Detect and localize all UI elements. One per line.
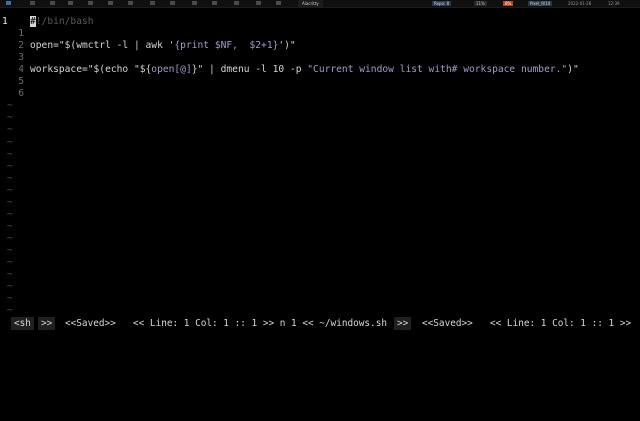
- code-token: "Current window list with# workspace num…: [307, 64, 568, 75]
- device-widget: Pixel_9/10: [528, 1, 553, 6]
- code-text[interactable]: workspace="$(echo "${open[@]}" | dmenu -…: [30, 64, 579, 76]
- code-token: }" | dmenu -l 10 -p: [191, 64, 308, 75]
- top-taskbar: Alacritty Repo: 8 11% 8% Pixel_9/10 2022…: [0, 0, 640, 8]
- tilde-marker: ~: [7, 124, 13, 136]
- editor-line[interactable]: 2 open="$(wmctrl -l | awk '{print $NF, $2…: [0, 40, 640, 52]
- empty-buffer-line: ~: [0, 293, 640, 305]
- tilde-marker: ~: [7, 196, 13, 208]
- code-token: workspace="$(echo "${: [30, 64, 152, 75]
- line-number: 3: [18, 52, 24, 63]
- tilde-marker: ~: [7, 244, 13, 256]
- editor-line[interactable]: 4 workspace="$(echo "${open[@]}" | dmenu …: [0, 64, 640, 76]
- terminal-icon[interactable]: [6, 1, 11, 5]
- line-number: 4: [18, 64, 24, 75]
- filetype-mode: <sh: [11, 317, 34, 330]
- editor-icon[interactable]: [88, 1, 93, 5]
- code-token: open[@]: [151, 64, 192, 75]
- empty-buffer-line: ~: [0, 100, 640, 112]
- tilde-marker: ~: [7, 184, 13, 196]
- music-icon[interactable]: [108, 1, 113, 5]
- empty-buffer-line: ~: [0, 137, 640, 149]
- browser-icon[interactable]: [50, 1, 55, 5]
- files-icon[interactable]: [30, 1, 35, 5]
- empty-buffer-line: ~: [0, 209, 640, 221]
- empty-buffer-line: ~: [0, 221, 640, 233]
- time-display: 12:39: [608, 1, 620, 6]
- code-token: ')": [278, 40, 296, 51]
- code-token: )": [567, 64, 579, 75]
- active-window-title[interactable]: Alacritty: [298, 0, 323, 7]
- editor-line[interactable]: 3: [0, 52, 640, 64]
- status-line: <sh >> <<Saved>> << Line: 1 Col: 1 :: 1 …: [0, 317, 640, 330]
- memory-widget: 8%: [503, 1, 514, 6]
- status-separator: >>: [38, 317, 56, 330]
- empty-buffer-line: ~: [0, 112, 640, 124]
- tilde-marker: ~: [7, 172, 13, 184]
- saved-indicator-right: <<Saved>>: [422, 318, 473, 329]
- code-token: open="$(wmctrl -l | awk ': [30, 40, 175, 51]
- tilde-marker: ~: [7, 112, 13, 124]
- empty-buffer-line: ~: [0, 173, 640, 185]
- empty-buffer-line: ~: [0, 281, 640, 293]
- editor-line[interactable]: 1 #!/bin/bash: [0, 16, 640, 28]
- editor-line[interactable]: 6: [0, 88, 640, 100]
- game-icon[interactable]: [276, 1, 281, 5]
- saved-indicator-left: <<Saved>>: [65, 318, 116, 329]
- download-icon[interactable]: [256, 1, 261, 5]
- line-number: 2: [18, 40, 24, 51]
- empty-buffer-line: ~: [0, 257, 640, 269]
- empty-buffer-line: ~: [0, 161, 640, 173]
- tilde-marker: ~: [7, 269, 13, 281]
- empty-buffer-line: ~: [0, 305, 640, 317]
- tilde-marker: ~: [7, 136, 13, 148]
- tilde-marker: ~: [7, 305, 13, 317]
- empty-buffer-line: ~: [0, 185, 640, 197]
- empty-buffer-line: ~: [0, 197, 640, 209]
- chat-icon[interactable]: [128, 1, 133, 5]
- code-text[interactable]: #!/bin/bash: [30, 16, 94, 28]
- empty-buffer-line: ~: [0, 124, 640, 136]
- notes-icon[interactable]: [234, 1, 239, 5]
- date-display: 2022-01-28: [568, 1, 592, 6]
- empty-buffer-line: ~: [0, 269, 640, 281]
- line-number: 5: [18, 76, 24, 87]
- cpu-widget: 11%: [474, 1, 487, 6]
- tilde-marker: ~: [7, 148, 13, 160]
- video-icon[interactable]: [170, 1, 175, 5]
- tilde-marker: ~: [7, 232, 13, 244]
- code-token: !/bin/bash: [35, 16, 94, 27]
- image-icon[interactable]: [192, 1, 197, 5]
- mail-icon[interactable]: [150, 1, 155, 5]
- settings-icon[interactable]: [68, 1, 73, 5]
- cursor-position-right: << Line: 1 Col: 1 :: 1 >>: [490, 318, 632, 329]
- line-number: 1: [18, 28, 24, 39]
- tilde-marker: ~: [7, 220, 13, 232]
- current-line-number: 1: [2, 16, 8, 27]
- editor-line[interactable]: 5: [0, 76, 640, 88]
- repo-widget: Repo: 8: [432, 1, 452, 6]
- tilde-marker: ~: [7, 160, 13, 172]
- empty-buffer-line: ~: [0, 245, 640, 257]
- status-separator-right: >>: [394, 317, 412, 330]
- empty-buffer-line: ~: [0, 149, 640, 161]
- tilde-marker: ~: [7, 208, 13, 220]
- tilde-marker: ~: [7, 281, 13, 293]
- code-token: {print $NF, $2+1}: [174, 40, 279, 51]
- tilde-marker: ~: [7, 293, 13, 305]
- tilde-marker: ~: [7, 257, 13, 268]
- editor-line[interactable]: 1: [0, 28, 640, 40]
- empty-buffer-line: ~: [0, 233, 640, 245]
- cursor-position-left: << Line: 1 Col: 1 :: 1 >> n 1 << ~/windo…: [133, 318, 387, 329]
- tilde-marker: ~: [7, 100, 13, 112]
- line-number: 6: [18, 88, 24, 99]
- code-text[interactable]: open="$(wmctrl -l | awk '{print $NF, $2+…: [30, 40, 296, 52]
- calendar-icon[interactable]: [212, 1, 217, 5]
- vim-editor[interactable]: 1 #!/bin/bash 1 2 open="$(wmctrl -l | awk '{…: [0, 16, 640, 316]
